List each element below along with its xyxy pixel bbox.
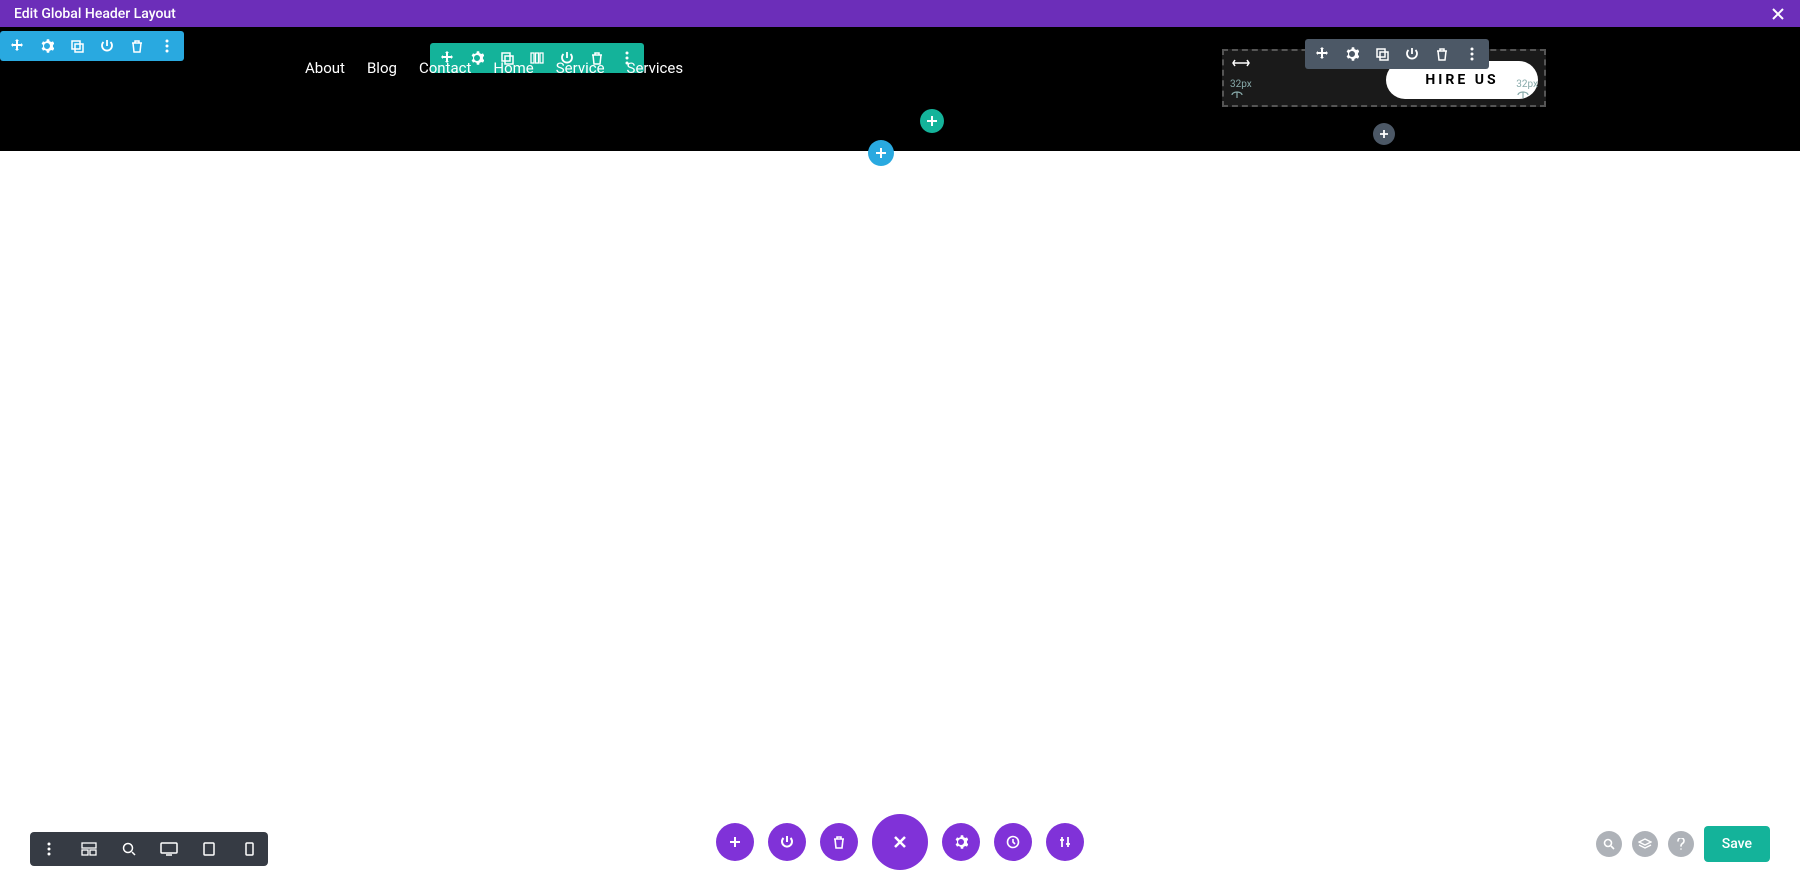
- save-button[interactable]: Save: [1704, 826, 1770, 862]
- dock-add-button[interactable]: [716, 823, 754, 861]
- nav-item[interactable]: About: [305, 59, 345, 77]
- nav-item[interactable]: Services: [627, 59, 684, 77]
- more-icon[interactable]: [1463, 45, 1481, 63]
- bottom-dock: [0, 814, 1800, 870]
- nav-item[interactable]: Blog: [367, 59, 397, 77]
- title-bar: Edit Global Header Layout: [0, 0, 1800, 27]
- add-section-button[interactable]: [868, 140, 894, 166]
- dock-adjust-button[interactable]: [1046, 823, 1084, 861]
- dock-history-button[interactable]: [994, 823, 1032, 861]
- right-dock: Save: [1596, 826, 1770, 862]
- gear-icon[interactable]: [1343, 45, 1361, 63]
- search-chip[interactable]: [1596, 831, 1622, 857]
- nav-item[interactable]: Home: [493, 59, 533, 77]
- duplicate-icon[interactable]: [68, 37, 86, 55]
- add-module-button[interactable]: [1373, 123, 1395, 145]
- nav-menu: About Blog Contact Home Service Services: [305, 59, 683, 77]
- add-row-button[interactable]: [920, 109, 944, 133]
- duplicate-icon[interactable]: [1373, 45, 1391, 63]
- page-title: Edit Global Header Layout: [14, 6, 176, 22]
- section-toolbar: [0, 31, 184, 61]
- dock-power-button[interactable]: [768, 823, 806, 861]
- cta-label: HIRE US: [1425, 72, 1498, 88]
- nav-item[interactable]: Contact: [419, 59, 471, 77]
- more-icon[interactable]: [158, 37, 176, 55]
- module-toolbar: [1305, 39, 1489, 69]
- move-icon[interactable]: [8, 37, 26, 55]
- power-icon[interactable]: [1403, 45, 1421, 63]
- trash-icon[interactable]: [1433, 45, 1451, 63]
- layers-chip[interactable]: [1632, 831, 1658, 857]
- power-icon[interactable]: [98, 37, 116, 55]
- dock-trash-button[interactable]: [820, 823, 858, 861]
- dock-close-button[interactable]: [872, 814, 928, 870]
- padding-left-label: 32px: [1230, 79, 1252, 100]
- gear-icon[interactable]: [38, 37, 56, 55]
- header-section: About Blog Contact Home Service Services…: [0, 27, 1800, 151]
- nav-item[interactable]: Service: [556, 59, 605, 77]
- close-icon[interactable]: [1770, 6, 1786, 22]
- padding-right-label: 32px: [1516, 79, 1538, 100]
- help-chip[interactable]: [1668, 831, 1694, 857]
- move-icon[interactable]: [1313, 45, 1331, 63]
- drag-icon[interactable]: [1232, 57, 1250, 69]
- trash-icon[interactable]: [128, 37, 146, 55]
- dock-settings-button[interactable]: [942, 823, 980, 861]
